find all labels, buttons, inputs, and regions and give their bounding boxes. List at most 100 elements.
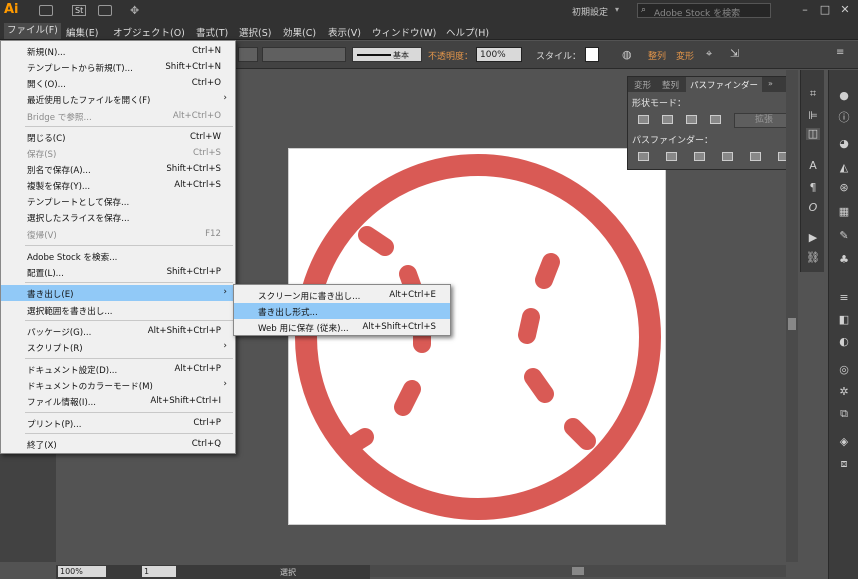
menu-item-save-as-template[interactable]: テンプレートとして保存...	[1, 193, 235, 209]
horizontal-scrollbar[interactable]	[370, 565, 786, 577]
stroke-icon[interactable]: ≡	[837, 292, 851, 304]
appearance-icon[interactable]: ⊛	[837, 182, 851, 194]
menu-item-open-recent[interactable]: 最近使用したファイルを開く(F) ›	[1, 91, 235, 107]
unite-button[interactable]	[638, 115, 649, 124]
menu-help[interactable]: ヘルプ(H)	[446, 25, 489, 39]
graphic-style-swatch[interactable]	[585, 47, 599, 62]
arrange-icon[interactable]: ⇲	[730, 47, 739, 60]
intersect-button[interactable]	[686, 115, 697, 124]
menu-object[interactable]: オブジェクト(O)	[113, 25, 185, 39]
gradient-icon[interactable]: ◭	[837, 162, 851, 174]
brush-field[interactable]: 基本	[352, 47, 422, 62]
transform-icon[interactable]: ⌗	[806, 88, 820, 100]
menu-file[interactable]: ファイル(F)	[4, 23, 61, 39]
menu-view[interactable]: 表示(V)	[328, 25, 361, 39]
scroll-thumb[interactable]	[788, 318, 796, 330]
menu-item-save-slices[interactable]: 選択したスライスを保存...	[1, 209, 235, 225]
menu-edit[interactable]: 編集(E)	[66, 25, 98, 39]
menu-item-save-copy[interactable]: 複製を保存(Y)... Alt+Ctrl+S	[1, 177, 235, 193]
outline-button[interactable]	[750, 152, 761, 161]
color-guide-icon[interactable]: ●	[837, 90, 851, 102]
transparency-icon[interactable]: ◧	[837, 314, 851, 326]
stock-search-input[interactable]: ⌕ Adobe Stock を検索	[637, 3, 771, 19]
menu-item-export-selection[interactable]: 選択範囲を書き出し...	[1, 302, 235, 318]
arrange-docs-icon[interactable]	[98, 5, 112, 16]
collapse-icon[interactable]: »	[768, 79, 773, 88]
workspace-switcher[interactable]: 初期設定	[572, 5, 608, 18]
menu-item-browse-bridge[interactable]: Bridge で参照... Alt+Ctrl+O	[1, 108, 235, 124]
transform-link[interactable]: 変形	[676, 49, 694, 62]
bridge-icon[interactable]	[39, 5, 53, 16]
exclude-button[interactable]	[710, 115, 721, 124]
menu-item-search-stock[interactable]: Adobe Stock を検索...	[1, 248, 235, 264]
layers-icon[interactable]: ◈	[837, 436, 851, 448]
menu-item-package[interactable]: パッケージ(G)... Alt+Shift+Ctrl+P	[1, 323, 235, 339]
current-tool-status[interactable]: 選択	[280, 567, 296, 578]
graphic-styles-icon[interactable]: ◐	[837, 336, 851, 348]
minimize-button[interactable]: –	[798, 3, 812, 17]
scroll-thumb[interactable]	[572, 567, 584, 575]
menu-item-new-from-template[interactable]: テンプレートから新規(T)... Shift+Ctrl+N	[1, 59, 235, 75]
menu-item-document-setup[interactable]: ドキュメント設定(D)... Alt+Ctrl+P	[1, 361, 235, 377]
tab-align[interactable]: 整列	[662, 79, 679, 91]
pathfinder-icon[interactable]: ◫	[806, 128, 820, 140]
menu-item-open[interactable]: 開く(O)... Ctrl+O	[1, 75, 235, 91]
character-icon[interactable]: A	[806, 160, 820, 172]
submenu-item-save-for-web[interactable]: Web 用に保存 (従来)... Alt+Shift+Ctrl+S	[234, 319, 450, 335]
minus-front-button[interactable]	[662, 115, 673, 124]
menu-item-place[interactable]: 配置(L)... Shift+Ctrl+P	[1, 264, 235, 280]
menu-window[interactable]: ウィンドウ(W)	[372, 25, 436, 39]
menu-item-save-as[interactable]: 別名で保存(A)... Shift+Ctrl+S	[1, 161, 235, 177]
submenu-item-export-for-screens[interactable]: スクリーン用に書き出し... Alt+Ctrl+E	[234, 287, 450, 303]
divide-button[interactable]	[638, 152, 649, 161]
actions-icon[interactable]: ▶	[806, 232, 820, 244]
tab-transform[interactable]: 変形	[634, 79, 651, 91]
tab-pathfinder[interactable]: パスファインダー	[686, 77, 763, 92]
artboards-icon[interactable]: ⧈	[837, 458, 851, 470]
baseball-artwork[interactable]	[289, 149, 667, 526]
close-button[interactable]: ✕	[838, 3, 852, 17]
panel-menu-icon[interactable]: ≡	[836, 47, 844, 58]
expand-button[interactable]: 拡張	[734, 113, 794, 128]
zoom-field[interactable]: 100%	[58, 566, 106, 577]
menu-item-revert[interactable]: 復帰(V) F12	[1, 226, 235, 242]
menu-item-file-info[interactable]: ファイル情報(I)... Alt+Shift+Ctrl+I	[1, 393, 235, 409]
menu-item-exit[interactable]: 終了(X) Ctrl+Q	[1, 436, 235, 452]
submenu-item-export-as[interactable]: 書き出し形式...	[234, 303, 450, 319]
artboard-nav-field[interactable]: 1	[142, 566, 176, 577]
menu-item-export[interactable]: 書き出し(E) ›	[1, 285, 235, 301]
menu-type[interactable]: 書式(T)	[196, 25, 228, 39]
menu-item-save[interactable]: 保存(S) Ctrl+S	[1, 145, 235, 161]
merge-button[interactable]	[694, 152, 705, 161]
crop-button[interactable]	[722, 152, 733, 161]
gpu-icon[interactable]: ✥	[130, 4, 139, 17]
maximize-button[interactable]: □	[818, 3, 832, 17]
vertical-scrollbar[interactable]	[786, 70, 798, 562]
paragraph-icon[interactable]: ¶	[806, 182, 820, 194]
isolate-icon[interactable]: ⌖	[706, 47, 712, 61]
menu-item-print[interactable]: プリント(P)... Ctrl+P	[1, 415, 235, 431]
menu-item-document-color-mode[interactable]: ドキュメントのカラーモード(M) ›	[1, 377, 235, 393]
trim-button[interactable]	[666, 152, 677, 161]
variable-width-field[interactable]	[262, 47, 346, 62]
symbols-icon[interactable]: ♣	[837, 254, 851, 266]
stroke-weight-field[interactable]	[238, 47, 258, 62]
menu-item-scripts[interactable]: スクリプト(R) ›	[1, 339, 235, 355]
opacity-input[interactable]: 100%	[476, 47, 522, 62]
brushes-icon[interactable]: ✎	[837, 230, 851, 242]
recolor-icon[interactable]: ◍	[622, 48, 632, 61]
menu-select[interactable]: 選択(S)	[239, 25, 271, 39]
links-icon[interactable]: ⛓	[806, 252, 820, 264]
appearance-panel-icon[interactable]: ◎	[837, 364, 851, 376]
align-link[interactable]: 整列	[648, 49, 666, 62]
libraries-icon[interactable]: ✲	[837, 386, 851, 398]
info-icon[interactable]: ⓘ	[837, 112, 851, 124]
menu-item-close[interactable]: 閉じる(C) Ctrl+W	[1, 129, 235, 145]
menu-effect[interactable]: 効果(C)	[283, 25, 316, 39]
color-icon[interactable]: ◕	[837, 138, 851, 150]
export-assets-icon[interactable]: ⧉	[837, 408, 851, 420]
swatches-icon[interactable]: ▦	[837, 206, 851, 218]
align-icon[interactable]: ⊫	[806, 110, 820, 122]
opacity-label[interactable]: 不透明度：	[428, 49, 473, 62]
opentype-icon[interactable]: O	[806, 202, 820, 214]
